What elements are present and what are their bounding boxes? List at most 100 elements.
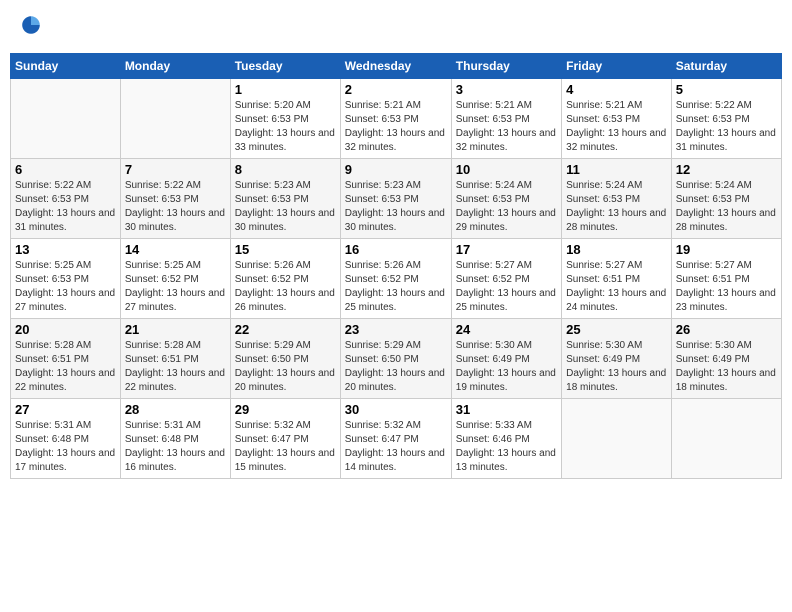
day-number: 14 — [125, 242, 226, 257]
calendar-cell: 13Sunrise: 5:25 AMSunset: 6:53 PMDayligh… — [11, 239, 121, 319]
day-info: Sunrise: 5:27 AMSunset: 6:51 PMDaylight:… — [676, 259, 777, 315]
logo-mark — [18, 14, 42, 41]
day-number: 11 — [566, 162, 667, 177]
weekday-header-saturday: Saturday — [671, 54, 781, 79]
calendar-cell: 26 Sunrise: 5:30 AMSunset: 6:49 PMDayligh… — [671, 319, 781, 399]
week-row-4: 20 Sunrise: 5:28 AMSunset: 6:51 PMDayligh… — [11, 319, 782, 399]
day-number: 17 — [456, 242, 557, 257]
day-number: 19 — [676, 242, 777, 257]
day-info: Sunrise: 5:27 AMSunset: 6:51 PMDaylight:… — [566, 259, 667, 315]
day-number: 8 — [235, 162, 336, 177]
day-info: Sunrise: 5:26 AMSunset: 6:52 PMDaylight:… — [345, 259, 447, 315]
day-info: Sunrise: 5:30 AMSunset: 6:49 PMDaylight:… — [566, 339, 667, 395]
calendar-cell: 19 Sunrise: 5:27 AMSunset: 6:51 PMDayligh… — [671, 239, 781, 319]
weekday-header-tuesday: Tuesday — [230, 54, 340, 79]
weekday-header-row: SundayMondayTuesdayWednesdayThursdayFrid… — [11, 54, 782, 79]
day-number: 3 — [456, 82, 557, 97]
day-info: Sunrise: 5:21 AMSunset: 6:53 PMDaylight:… — [456, 99, 557, 155]
day-info: Sunrise: 5:32 AMSunset: 6:47 PMDaylight:… — [345, 419, 447, 475]
day-number: 21 — [125, 322, 226, 337]
day-number: 31 — [456, 402, 557, 417]
day-info: Sunrise: 5:25 AMSunset: 6:52 PMDaylight:… — [125, 259, 226, 315]
weekday-header-wednesday: Wednesday — [340, 54, 451, 79]
calendar-cell: 10 Sunrise: 5:24 AMSunset: 6:53 PMDayligh… — [451, 159, 561, 239]
day-info: Sunrise: 5:21 AMSunset: 6:53 PMDaylight:… — [566, 99, 667, 155]
calendar-cell: 8 Sunrise: 5:23 AMSunset: 6:53 PMDaylight… — [230, 159, 340, 239]
day-info: Sunrise: 5:29 AMSunset: 6:50 PMDaylight:… — [345, 339, 447, 395]
calendar-cell: 7Sunrise: 5:22 AMSunset: 6:53 PMDaylight… — [120, 159, 230, 239]
day-number: 5 — [676, 82, 777, 97]
day-info: Sunrise: 5:24 AMSunset: 6:53 PMDaylight:… — [566, 179, 667, 235]
calendar-table: SundayMondayTuesdayWednesdayThursdayFrid… — [10, 53, 782, 479]
calendar-cell: 31Sunrise: 5:33 AMSunset: 6:46 PMDayligh… — [451, 399, 561, 479]
day-number: 1 — [235, 82, 336, 97]
calendar-cell: 15 Sunrise: 5:26 AMSunset: 6:52 PMDayligh… — [230, 239, 340, 319]
calendar-cell: 5 Sunrise: 5:22 AMSunset: 6:53 PMDaylight… — [671, 79, 781, 159]
day-number: 30 — [345, 402, 447, 417]
day-number: 2 — [345, 82, 447, 97]
day-number: 12 — [676, 162, 777, 177]
day-info: Sunrise: 5:31 AMSunset: 6:48 PMDaylight:… — [15, 419, 116, 475]
day-number: 24 — [456, 322, 557, 337]
calendar-cell: 6 Sunrise: 5:22 AMSunset: 6:53 PMDaylight… — [11, 159, 121, 239]
day-info: Sunrise: 5:23 AMSunset: 6:53 PMDaylight:… — [235, 179, 336, 235]
day-number: 4 — [566, 82, 667, 97]
calendar-cell: 22Sunrise: 5:29 AMSunset: 6:50 PMDayligh… — [230, 319, 340, 399]
calendar-cell — [671, 399, 781, 479]
calendar-cell: 16 Sunrise: 5:26 AMSunset: 6:52 PMDayligh… — [340, 239, 451, 319]
weekday-header-thursday: Thursday — [451, 54, 561, 79]
day-info: Sunrise: 5:24 AMSunset: 6:53 PMDaylight:… — [456, 179, 557, 235]
day-info: Sunrise: 5:22 AMSunset: 6:53 PMDaylight:… — [125, 179, 226, 235]
calendar-cell: 23Sunrise: 5:29 AMSunset: 6:50 PMDayligh… — [340, 319, 451, 399]
day-info: Sunrise: 5:28 AMSunset: 6:51 PMDaylight:… — [15, 339, 116, 395]
calendar-cell: 14 Sunrise: 5:25 AMSunset: 6:52 PMDayligh… — [120, 239, 230, 319]
day-number: 28 — [125, 402, 226, 417]
day-number: 18 — [566, 242, 667, 257]
calendar-cell: 12 Sunrise: 5:24 AMSunset: 6:53 PMDayligh… — [671, 159, 781, 239]
day-number: 16 — [345, 242, 447, 257]
day-number: 26 — [676, 322, 777, 337]
calendar-cell: 1Sunrise: 5:20 AMSunset: 6:53 PMDaylight… — [230, 79, 340, 159]
day-info: Sunrise: 5:26 AMSunset: 6:52 PMDaylight:… — [235, 259, 336, 315]
week-row-1: 1Sunrise: 5:20 AMSunset: 6:53 PMDaylight… — [11, 79, 782, 159]
calendar-cell: 3 Sunrise: 5:21 AMSunset: 6:53 PMDaylight… — [451, 79, 561, 159]
day-number: 10 — [456, 162, 557, 177]
day-number: 13 — [15, 242, 116, 257]
day-number: 20 — [15, 322, 116, 337]
day-info: Sunrise: 5:21 AMSunset: 6:53 PMDaylight:… — [345, 99, 447, 155]
calendar-cell — [120, 79, 230, 159]
day-info: Sunrise: 5:24 AMSunset: 6:53 PMDaylight:… — [676, 179, 777, 235]
calendar-cell: 21 Sunrise: 5:28 AMSunset: 6:51 PMDayligh… — [120, 319, 230, 399]
day-info: Sunrise: 5:22 AMSunset: 6:53 PMDaylight:… — [15, 179, 116, 235]
week-row-2: 6 Sunrise: 5:22 AMSunset: 6:53 PMDaylight… — [11, 159, 782, 239]
day-number: 25 — [566, 322, 667, 337]
weekday-header-sunday: Sunday — [11, 54, 121, 79]
calendar-cell: 20 Sunrise: 5:28 AMSunset: 6:51 PMDayligh… — [11, 319, 121, 399]
day-info: Sunrise: 5:23 AMSunset: 6:53 PMDaylight:… — [345, 179, 447, 235]
calendar-cell: 25 Sunrise: 5:30 AMSunset: 6:49 PMDayligh… — [562, 319, 672, 399]
page-header — [10, 10, 782, 45]
day-info: Sunrise: 5:31 AMSunset: 6:48 PMDaylight:… — [125, 419, 226, 475]
calendar-cell: 11 Sunrise: 5:24 AMSunset: 6:53 PMDayligh… — [562, 159, 672, 239]
calendar-cell: 18 Sunrise: 5:27 AMSunset: 6:51 PMDayligh… — [562, 239, 672, 319]
calendar-cell: 28 Sunrise: 5:31 AMSunset: 6:48 PMDayligh… — [120, 399, 230, 479]
calendar-cell: 29 Sunrise: 5:32 AMSunset: 6:47 PMDayligh… — [230, 399, 340, 479]
calendar-cell — [11, 79, 121, 159]
day-number: 27 — [15, 402, 116, 417]
week-row-3: 13Sunrise: 5:25 AMSunset: 6:53 PMDayligh… — [11, 239, 782, 319]
weekday-header-monday: Monday — [120, 54, 230, 79]
day-info: Sunrise: 5:32 AMSunset: 6:47 PMDaylight:… — [235, 419, 336, 475]
day-info: Sunrise: 5:28 AMSunset: 6:51 PMDaylight:… — [125, 339, 226, 395]
day-info: Sunrise: 5:30 AMSunset: 6:49 PMDaylight:… — [676, 339, 777, 395]
day-number: 15 — [235, 242, 336, 257]
calendar-cell: 30 Sunrise: 5:32 AMSunset: 6:47 PMDayligh… — [340, 399, 451, 479]
day-info: Sunrise: 5:22 AMSunset: 6:53 PMDaylight:… — [676, 99, 777, 155]
day-number: 29 — [235, 402, 336, 417]
day-number: 6 — [15, 162, 116, 177]
weekday-header-friday: Friday — [562, 54, 672, 79]
day-info: Sunrise: 5:30 AMSunset: 6:49 PMDaylight:… — [456, 339, 557, 395]
logo — [18, 14, 42, 41]
calendar-cell — [562, 399, 672, 479]
calendar-cell: 24 Sunrise: 5:30 AMSunset: 6:49 PMDayligh… — [451, 319, 561, 399]
calendar-cell: 17Sunrise: 5:27 AMSunset: 6:52 PMDayligh… — [451, 239, 561, 319]
